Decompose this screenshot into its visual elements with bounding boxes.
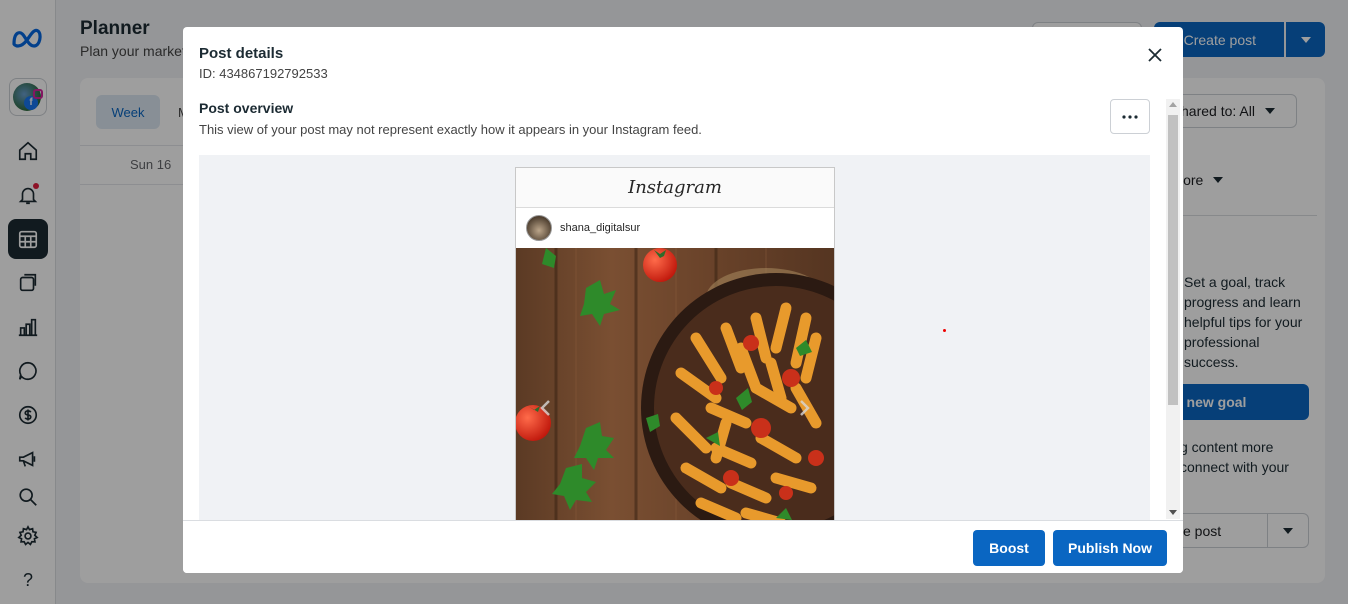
- ellipsis-icon: [1122, 114, 1138, 119]
- post-image: [516, 248, 834, 521]
- post-preview-area: Instagram shana_digitalsur: [199, 155, 1150, 521]
- overview-description: This view of your post may not represent…: [199, 122, 702, 137]
- close-icon: [1148, 48, 1162, 62]
- instagram-post-preview: Instagram shana_digitalsur: [515, 167, 835, 521]
- publish-now-button[interactable]: Publish Now: [1053, 530, 1167, 566]
- username: shana_digitalsur: [560, 222, 641, 234]
- cursor-dot: [943, 329, 946, 332]
- modal-title: Post details: [199, 45, 284, 62]
- boost-button[interactable]: Boost: [973, 530, 1045, 566]
- next-slide-icon[interactable]: [794, 398, 814, 418]
- scroll-up-arrow[interactable]: [1169, 102, 1177, 107]
- pasta-photo: [516, 248, 834, 521]
- post-id: ID: 434867192792533: [199, 66, 328, 81]
- post-details-modal: Post details ID: 434867192792533 Post ov…: [183, 27, 1183, 573]
- post-author: shana_digitalsur: [516, 208, 834, 248]
- more-options-button[interactable]: [1110, 99, 1150, 134]
- avatar: [526, 215, 552, 241]
- scroll-down-arrow[interactable]: [1169, 510, 1177, 515]
- previous-slide-icon[interactable]: [536, 398, 556, 418]
- instagram-header: Instagram: [516, 168, 834, 208]
- scrollbar-thumb[interactable]: [1168, 115, 1178, 405]
- close-button[interactable]: [1143, 43, 1167, 67]
- modal-footer: Boost Publish Now: [183, 520, 1183, 573]
- overview-title: Post overview: [199, 100, 294, 116]
- scrollbar[interactable]: [1166, 99, 1180, 519]
- instagram-logo: Instagram: [628, 177, 722, 198]
